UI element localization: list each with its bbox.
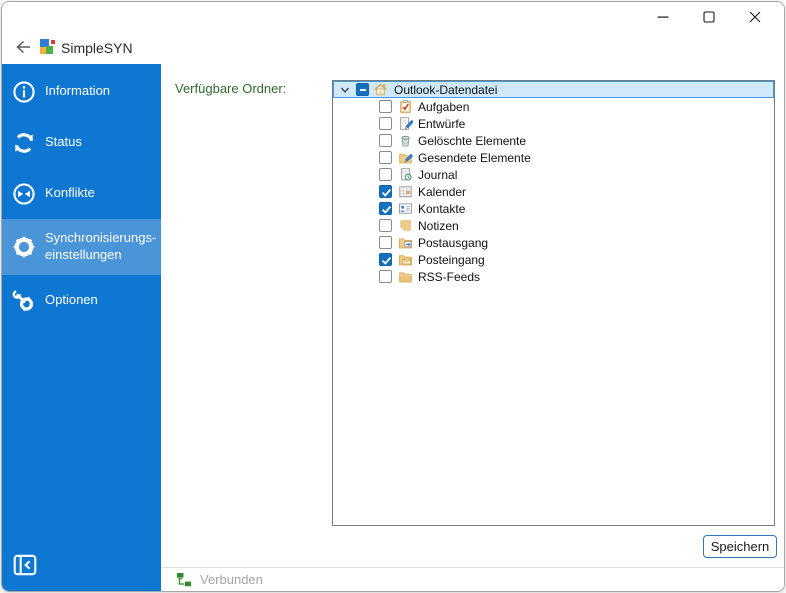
close-icon: [749, 10, 761, 28]
statusbar: Verbunden: [161, 568, 784, 591]
maximize-button[interactable]: [686, 3, 732, 34]
tree-row[interactable]: Postausgang: [333, 234, 774, 251]
sidebar-item-information[interactable]: Information: [2, 66, 161, 117]
trash-icon: [398, 133, 413, 148]
collapse-sidebar-button[interactable]: [12, 552, 38, 578]
save-button[interactable]: Speichern: [703, 535, 777, 558]
available-folders-label: Verfügbare Ordner:: [175, 81, 287, 96]
drafts-icon: [398, 116, 414, 131]
folder-label: Gesendete Elemente: [418, 150, 531, 165]
sidebar-item-label: Status: [45, 134, 82, 150]
tree-row[interactable]: Gelöschte Elemente: [333, 132, 774, 149]
back-arrow-icon: [14, 40, 32, 60]
tasks-icon: [398, 99, 413, 114]
folder-tree: Outlook-Datendatei Aufgaben Entwürfe Gel…: [332, 80, 775, 526]
folder-checkbox[interactable]: [379, 117, 392, 130]
notes-icon: [398, 218, 413, 233]
sidebar-item-label: Konflikte: [45, 185, 95, 201]
maximize-icon: [703, 10, 715, 28]
sidebar-item-label: Optionen: [45, 292, 98, 308]
tree-row[interactable]: RSS-Feeds: [333, 268, 774, 285]
conflicts-icon: [12, 182, 36, 206]
sidebar-item-label: Synchronisierungs-einstellungen: [45, 230, 157, 262]
folder-label: Aufgaben: [418, 99, 470, 114]
gear-icon: [12, 235, 36, 259]
folder-label: Gelöschte Elemente: [418, 133, 527, 148]
close-button[interactable]: [732, 3, 778, 34]
tree-row[interactable]: Aufgaben: [333, 98, 774, 115]
folder-label: RSS-Feeds: [418, 269, 481, 284]
minimize-button[interactable]: [640, 3, 686, 34]
simplesyn-logo: [39, 38, 56, 55]
main-panel: Verfügbare Ordner: Outlook-Datendatei Au…: [161, 64, 784, 591]
options-icon: [12, 289, 36, 313]
back-button[interactable]: [14, 38, 34, 58]
inbox-icon: [398, 252, 413, 267]
folder-checkbox[interactable]: [379, 134, 392, 147]
tree-row[interactable]: Entwürfe: [333, 115, 774, 132]
folder-icon: [398, 269, 413, 284]
sidebar-item-status[interactable]: Status: [2, 117, 161, 168]
folder-checkbox[interactable]: [379, 219, 392, 232]
sent-icon: [398, 150, 414, 165]
sidebar-items: Information Status Konflikte Synchronisi…: [2, 64, 161, 326]
folder-checkbox[interactable]: [379, 253, 392, 266]
tree-row[interactable]: Notizen: [333, 217, 774, 234]
tree-row[interactable]: Outlook-Datendatei: [333, 81, 774, 98]
folder-label: Outlook-Datendatei: [394, 82, 498, 97]
tree-row[interactable]: Journal: [333, 166, 774, 183]
folder-checkbox[interactable]: [379, 185, 392, 198]
folder-label: Notizen: [418, 218, 459, 233]
sync-icon: [12, 131, 36, 155]
journal-icon: [398, 167, 413, 182]
folder-label: Postausgang: [418, 235, 489, 250]
folder-checkbox[interactable]: [379, 270, 392, 283]
folder-label: Journal: [418, 167, 458, 182]
app-title: SimpleSYN: [61, 40, 133, 56]
network-icon: [175, 571, 193, 589]
calendar-icon: [398, 184, 413, 199]
folder-checkbox[interactable]: [379, 202, 392, 215]
tree-row[interactable]: Posteingang: [333, 251, 774, 268]
tree-row[interactable]: Gesendete Elemente: [333, 149, 774, 166]
folder-checkbox[interactable]: [379, 151, 392, 164]
sidebar-item-synchronisierungs-einstellungen[interactable]: Synchronisierungs-einstellungen: [2, 219, 161, 275]
sidebar-item-label: Information: [45, 83, 111, 99]
app-window: SimpleSYN Information Status Konflikte S…: [1, 1, 785, 592]
tree-row[interactable]: Kontakte: [333, 200, 774, 217]
connection-status: Verbunden: [200, 572, 263, 587]
collapse-sidebar-icon: [12, 554, 38, 582]
sidebar: Information Status Konflikte Synchronisi…: [2, 64, 161, 591]
sidebar-item-konflikte[interactable]: Konflikte: [2, 168, 161, 219]
folder-checkbox[interactable]: [379, 100, 392, 113]
folder-label: Posteingang: [418, 252, 485, 267]
folder-checkbox[interactable]: [379, 236, 392, 249]
folder-label: Kontakte: [418, 201, 466, 216]
home-icon: [373, 82, 388, 97]
folder-label: Entwürfe: [418, 116, 466, 131]
folder-checkbox[interactable]: [379, 168, 392, 181]
minimize-icon: [657, 10, 669, 28]
outbox-icon: [398, 235, 413, 250]
info-icon: [12, 80, 36, 104]
window-controls: [640, 3, 778, 34]
folder-label: Kalender: [418, 184, 467, 199]
chevron-down-icon[interactable]: [339, 84, 351, 96]
folder-checkbox[interactable]: [356, 83, 369, 96]
contacts-icon: [398, 201, 413, 216]
titlebar: SimpleSYN: [2, 2, 784, 64]
sidebar-item-optionen[interactable]: Optionen: [2, 275, 161, 326]
tree-row[interactable]: Kalender: [333, 183, 774, 200]
